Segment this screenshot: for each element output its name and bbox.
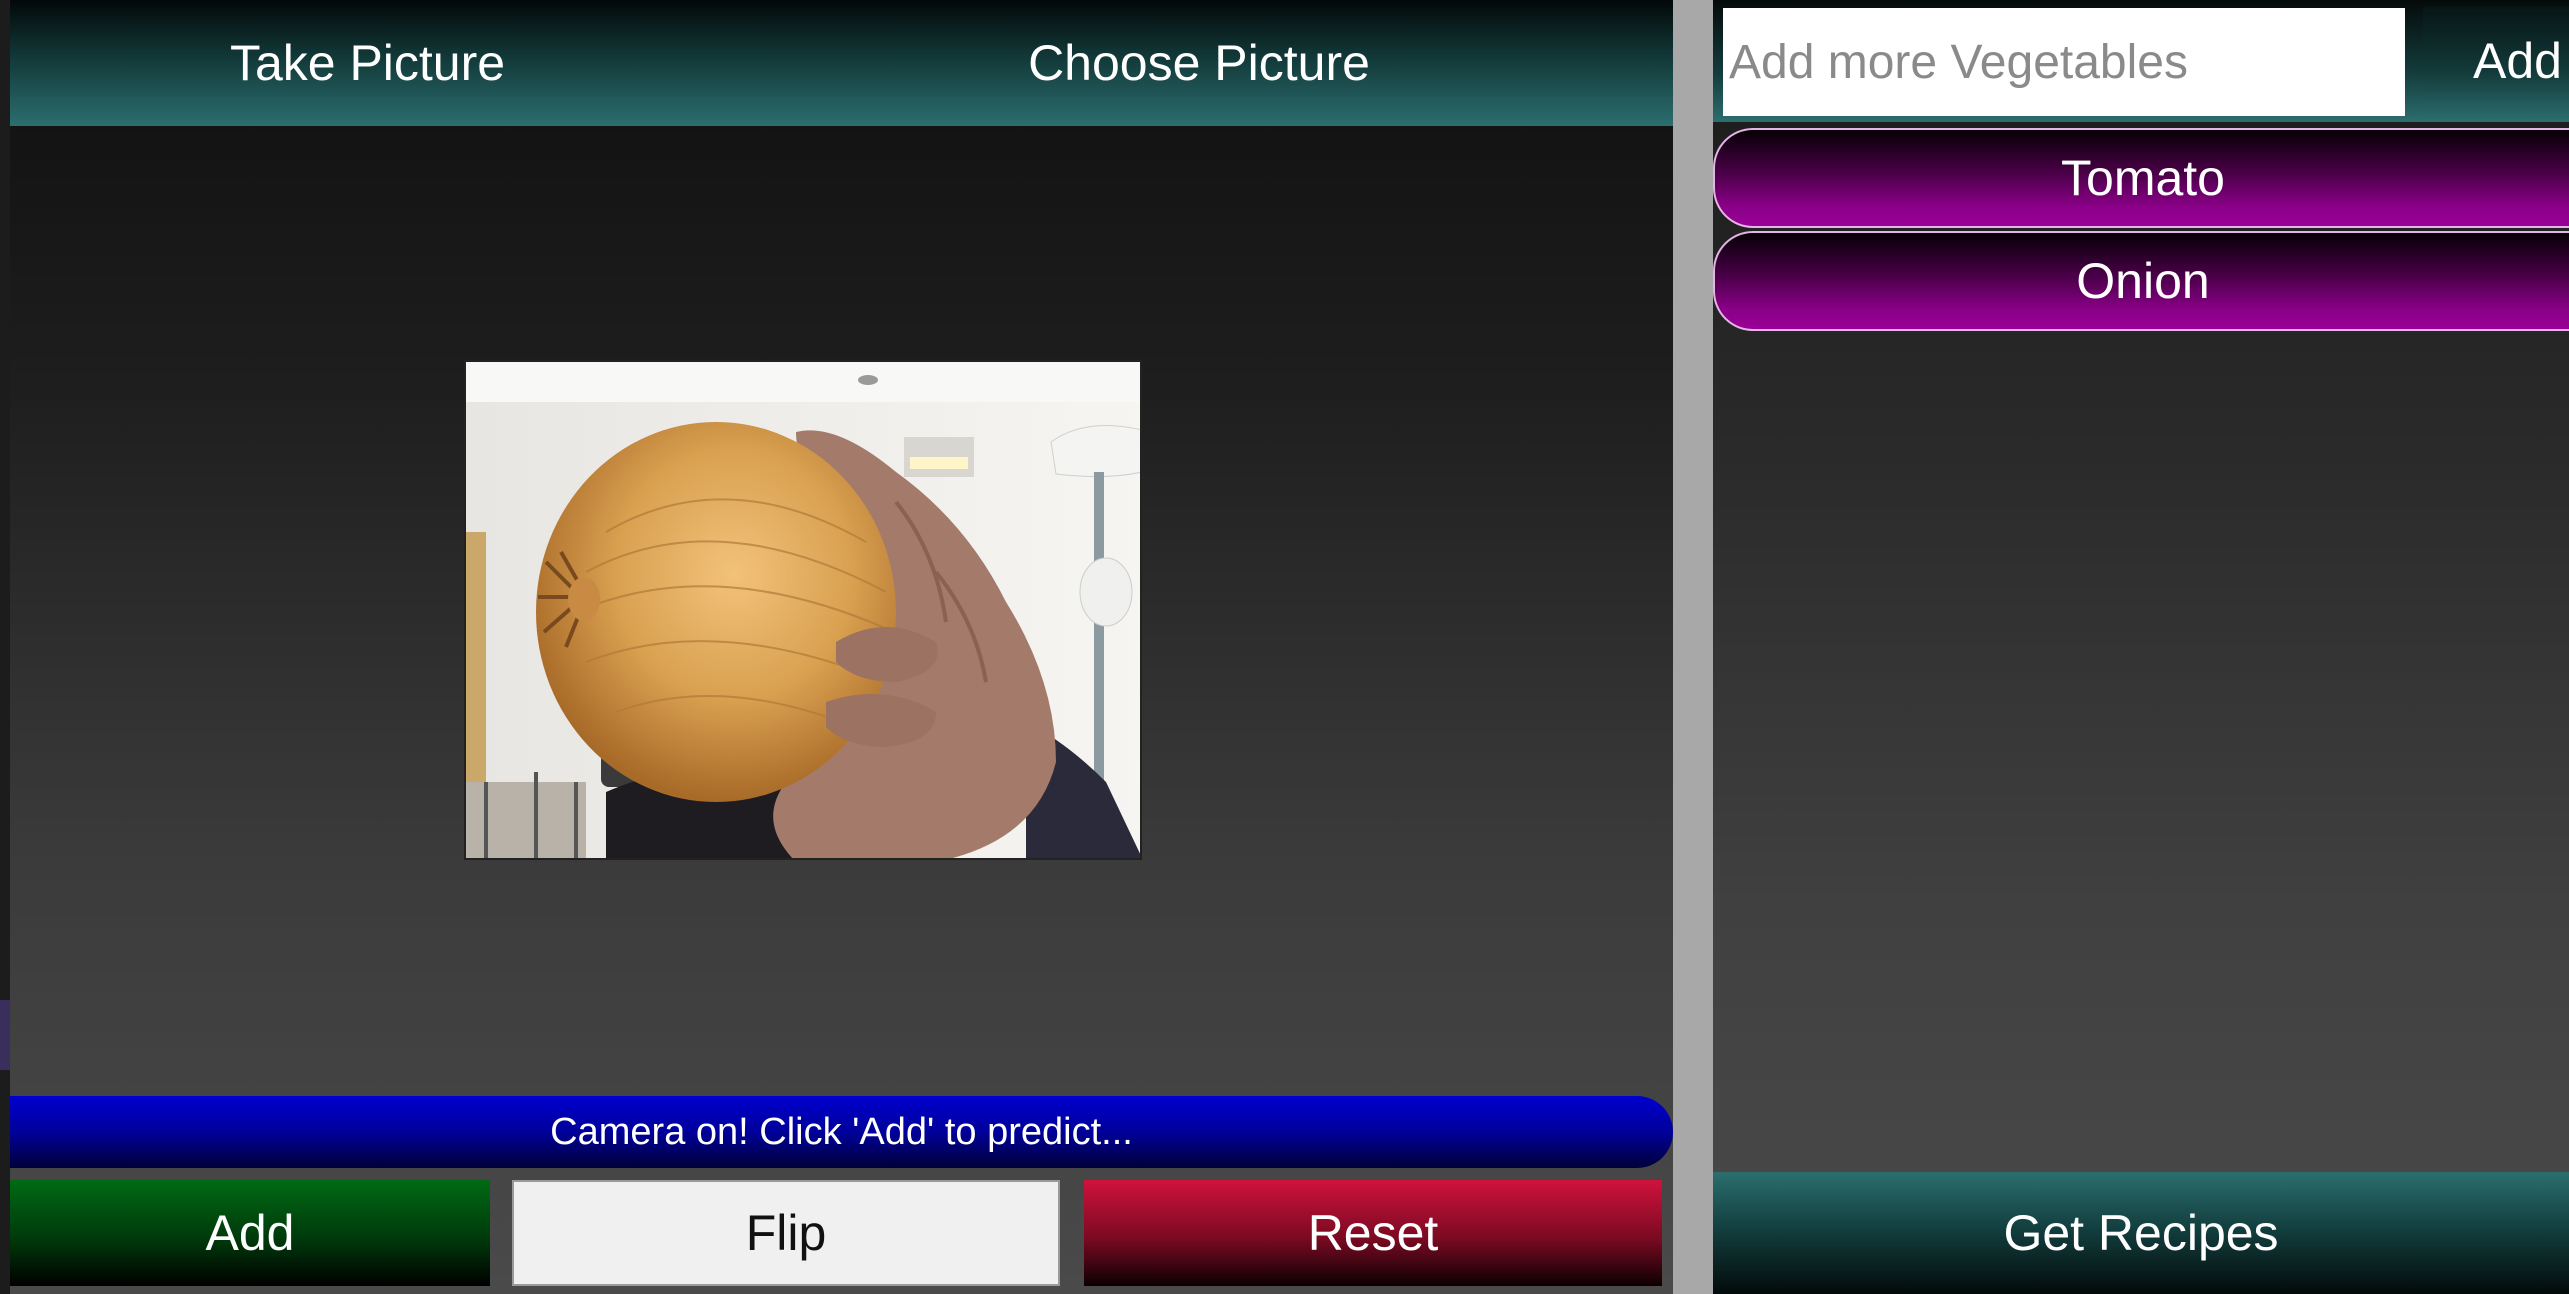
get-recipes-button[interactable]: Get Recipes [1713,1172,2569,1294]
window-edge-accent [0,1000,10,1070]
camera-panel: Take Picture Choose Picture Camera on! C… [10,0,1673,1294]
vegetable-item-tomato[interactable]: Tomato [1713,128,2569,228]
vegetable-item-label: Onion [2076,253,2210,309]
camera-toolbar: Take Picture Choose Picture [10,0,1673,126]
choose-picture-button[interactable]: Choose Picture [725,0,1673,126]
app-root: Take Picture Choose Picture Camera on! C… [0,0,2569,1294]
status-message: Camera on! Click 'Add' to predict... [10,1096,1673,1168]
vegetable-input[interactable] [1723,8,2405,116]
vegetable-item-onion[interactable]: Onion [1713,231,2569,331]
take-picture-button[interactable]: Take Picture [10,0,725,126]
camera-preview [464,360,1142,860]
vegetable-list: Tomato Onion [1713,128,2569,334]
add-button[interactable]: Add [10,1180,490,1286]
camera-actions: Add Flip Reset [10,1180,1673,1286]
window-edge [0,0,10,1294]
reset-button[interactable]: Reset [1084,1180,1662,1286]
flip-button[interactable]: Flip [512,1180,1060,1286]
camera-preview-image [466,362,1140,858]
vegetables-panel: Add Tomato Onion Get Recipes [1713,0,2569,1294]
vegetable-input-row: Add [1713,0,2569,122]
panel-divider[interactable] [1673,0,1713,1294]
vegetable-item-label: Tomato [2061,150,2225,206]
add-vegetable-button[interactable]: Add [2423,6,2569,116]
